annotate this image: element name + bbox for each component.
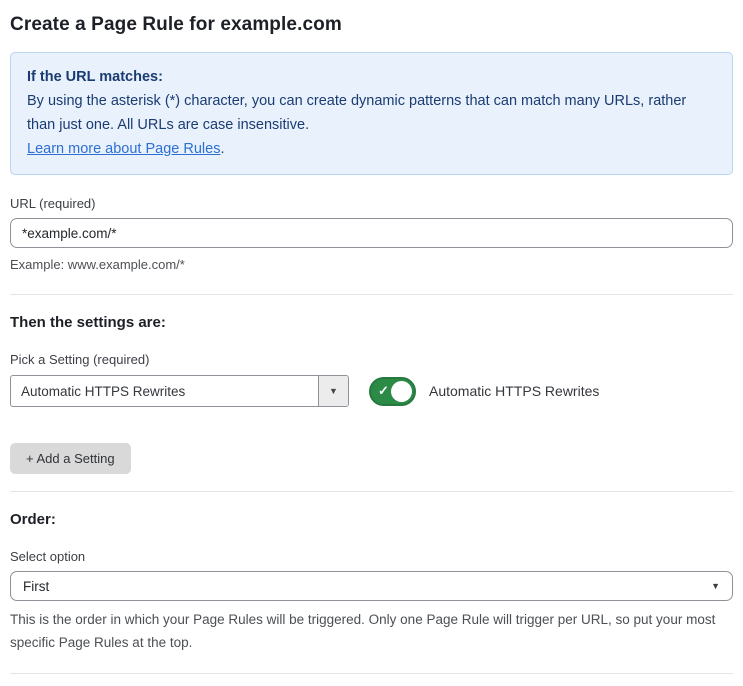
chevron-down-icon: ▼ (711, 581, 720, 592)
info-box-body: By using the asterisk (*) character, you… (27, 93, 687, 134)
add-setting-button[interactable]: + Add a Setting (10, 443, 131, 475)
learn-more-link[interactable]: Learn more about Page Rules (27, 141, 220, 157)
url-field-label: URL (required) (10, 196, 96, 212)
url-matches-info-box: If the URL matches: By using the asteris… (10, 52, 733, 176)
divider (10, 294, 733, 296)
pick-setting-label: Pick a Setting (required) (10, 352, 150, 368)
link-suffix: . (220, 141, 225, 158)
order-helper-text: This is the order in which your Page Rul… (10, 612, 716, 650)
chevron-down-icon[interactable]: ▼ (318, 376, 348, 407)
toggle-knob (391, 380, 412, 402)
url-input[interactable] (10, 218, 733, 249)
toggle-label: Automatic HTTPS Rewrites (429, 383, 600, 400)
info-box-link-line: Learn more about Page Rules. (27, 137, 716, 161)
settings-section-heading: Then the settings are: (10, 314, 166, 332)
setting-row: Automatic HTTPS Rewrites ▼ ✓ Automatic H… (10, 375, 733, 408)
page-title: Create a Page Rule for example.com (10, 14, 342, 35)
order-section-heading: Order: (10, 511, 56, 529)
divider (10, 491, 733, 493)
order-select-value: First (23, 578, 50, 594)
setting-select-value: Automatic HTTPS Rewrites (21, 383, 186, 399)
info-box-heading: If the URL matches: (27, 69, 163, 85)
create-page-rule-form: Create a Page Rule for example.com If th… (0, 0, 743, 686)
check-icon: ✓ (378, 382, 389, 398)
order-select[interactable]: First ▼ (10, 571, 733, 602)
https-rewrites-toggle[interactable]: ✓ (369, 376, 416, 406)
setting-select[interactable]: Automatic HTTPS Rewrites ▼ (10, 375, 349, 408)
url-example-helper: Example: www.example.com/* (10, 257, 185, 273)
order-select-label: Select option (10, 549, 86, 565)
divider (10, 672, 733, 674)
